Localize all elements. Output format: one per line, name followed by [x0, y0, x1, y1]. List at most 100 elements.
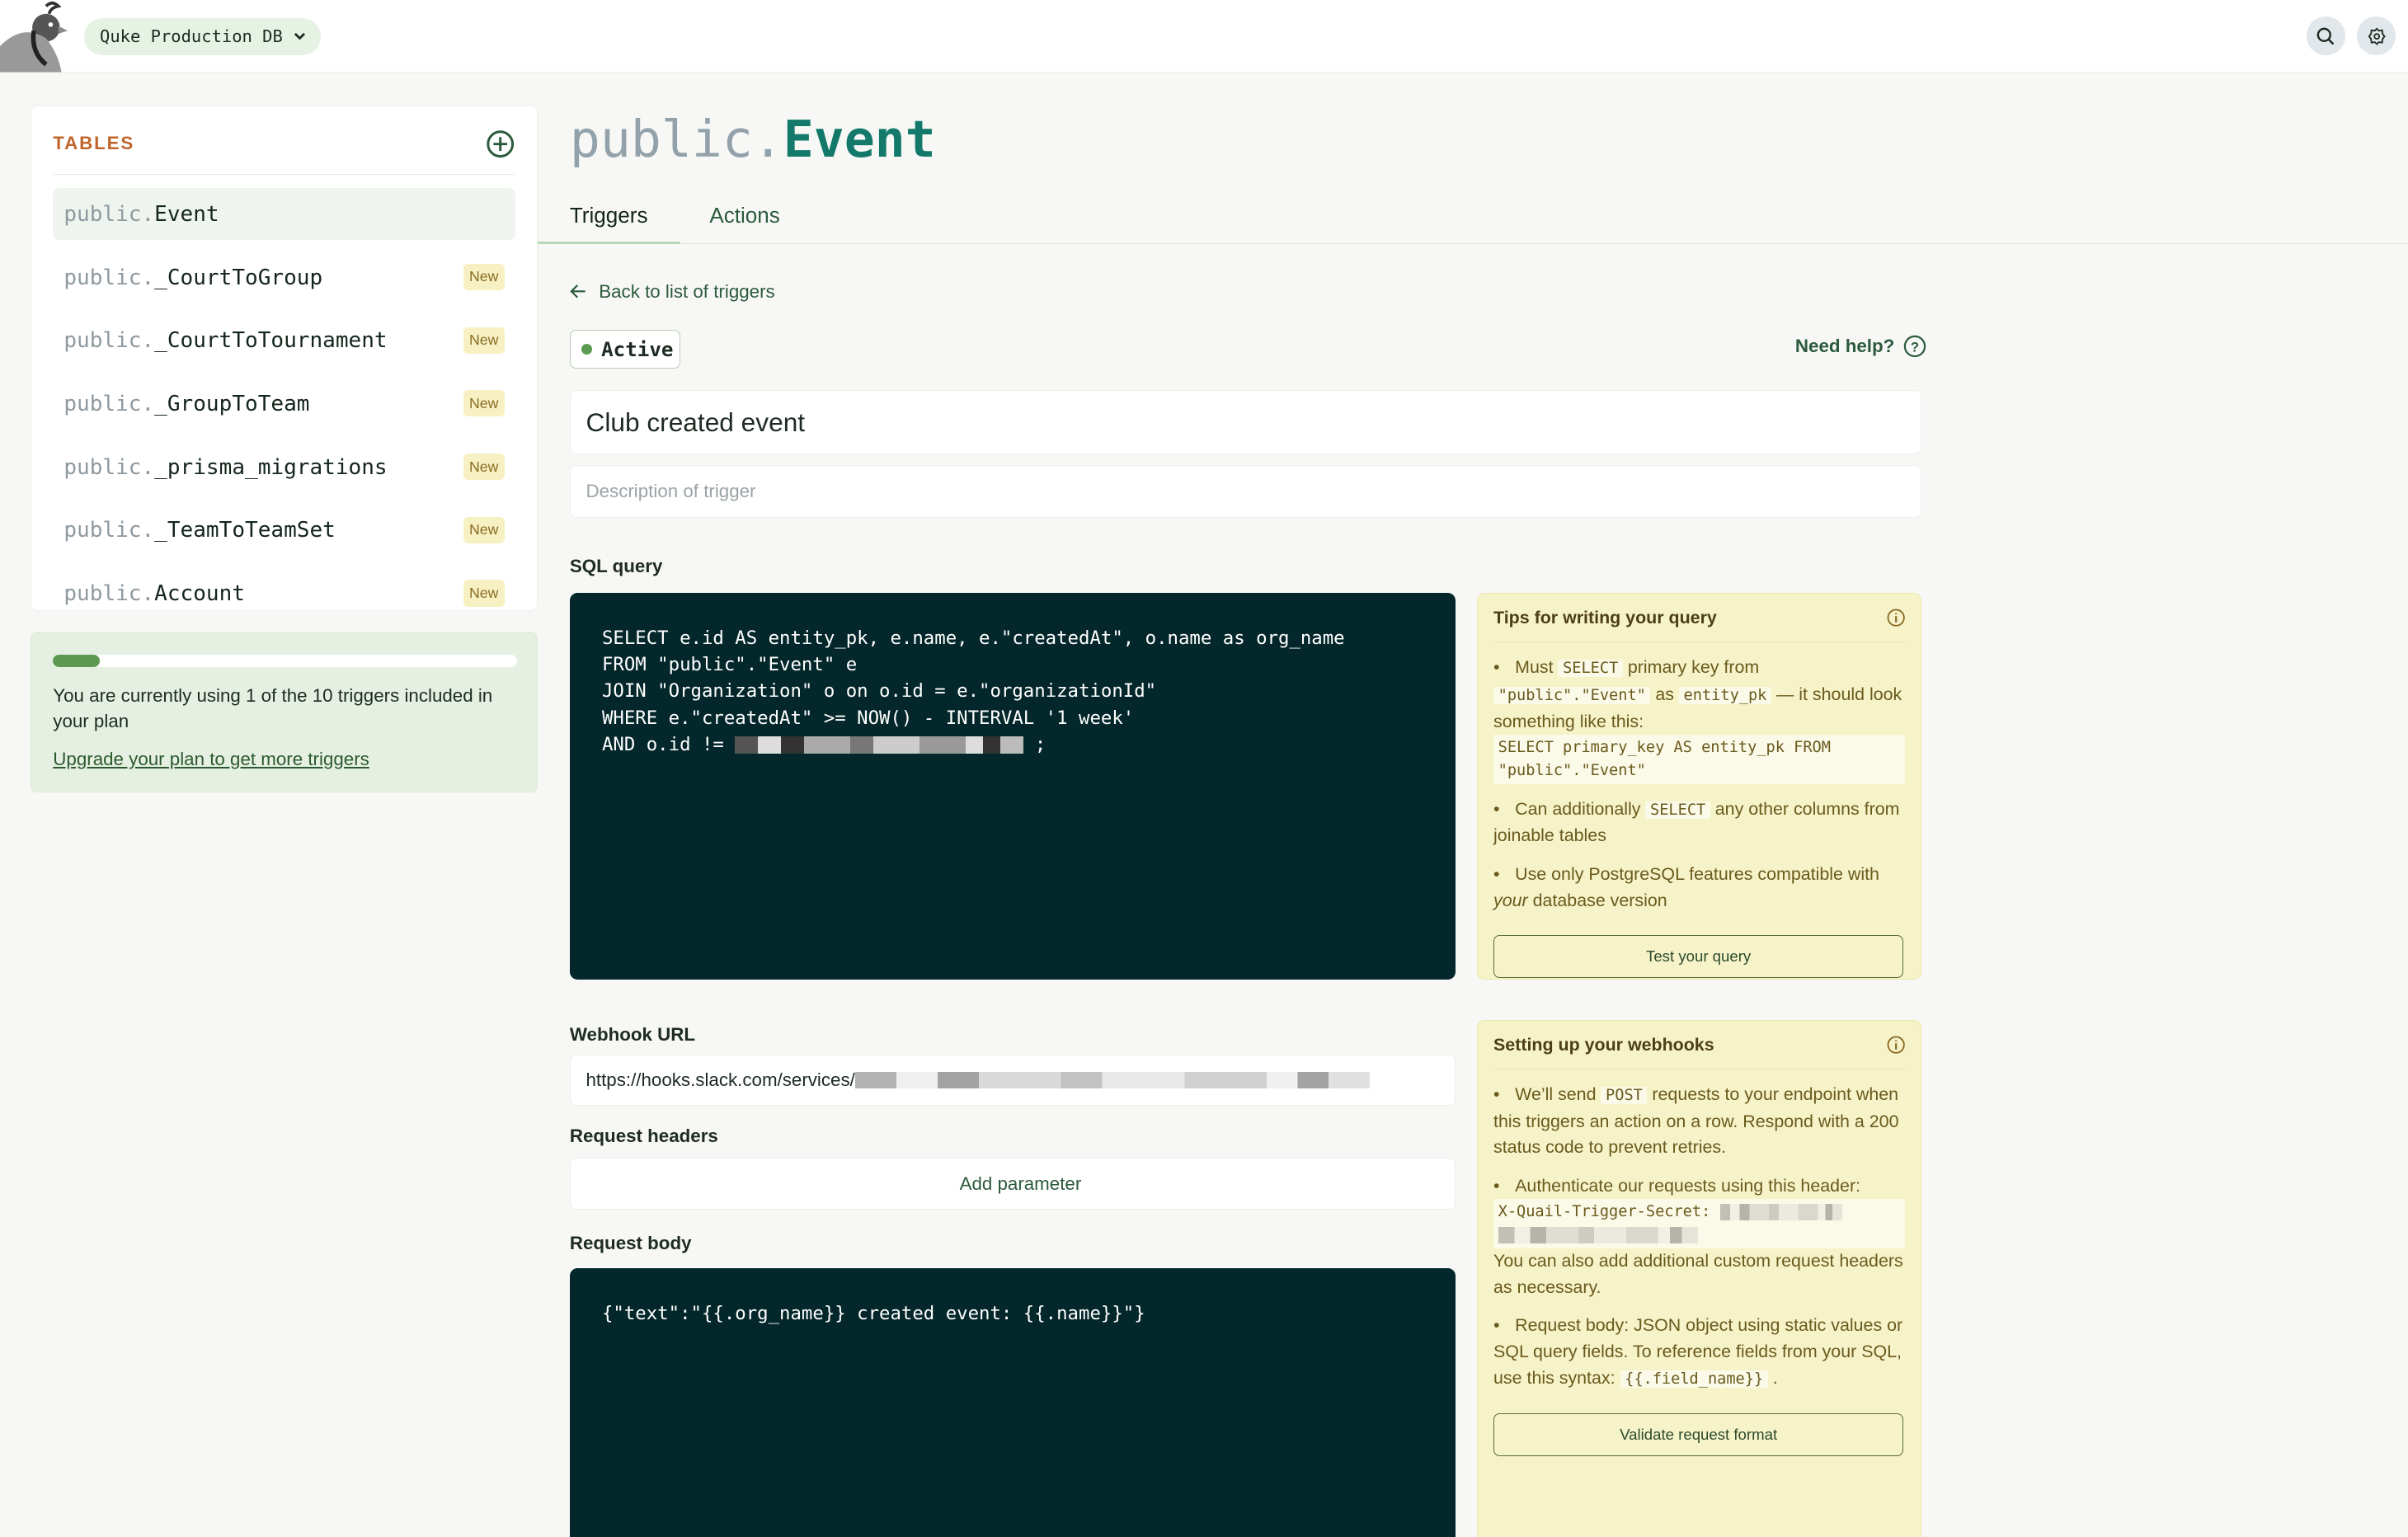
- trigger-name-input[interactable]: Club created event: [569, 389, 1921, 455]
- arrow-left-icon: [570, 284, 586, 299]
- table-item[interactable]: public. Account New: [53, 568, 515, 611]
- query-tips-panel: Tips for writing your query Must SELECT …: [1477, 592, 1921, 980]
- sql-end: ;: [1034, 733, 1046, 755]
- title-table: Event: [783, 110, 936, 170]
- table-item[interactable]: public. _CourtToTournament New: [53, 315, 515, 367]
- tip-item: Must SELECT primary key from "public"."E…: [1493, 655, 1905, 784]
- database-selector[interactable]: Quke Production DB: [84, 18, 322, 56]
- sql-line: SELECT e.id AS entity_pk, e.name, e."cre…: [601, 627, 1345, 649]
- table-schema: public.: [63, 518, 155, 543]
- gear-icon: [2368, 27, 2386, 45]
- title-schema: public.: [569, 110, 783, 170]
- table-item[interactable]: public. _CourtToGroup New: [53, 251, 515, 303]
- table-schema: public.: [63, 581, 155, 607]
- test-query-button[interactable]: Test your query: [1493, 935, 1904, 979]
- new-badge: New: [463, 390, 505, 417]
- table-name: _prisma_migrations: [154, 454, 388, 480]
- usage-progress-bar: [53, 655, 517, 668]
- redacted-value: [735, 736, 1024, 754]
- table-item[interactable]: public. Event: [53, 188, 515, 241]
- chevron-down-icon: [294, 32, 305, 40]
- webhook-url-input[interactable]: https://hooks.slack.com/services/: [569, 1055, 1456, 1106]
- description-input[interactable]: Description of trigger: [569, 465, 1921, 518]
- table-name: _GroupToTeam: [154, 392, 310, 416]
- back-link-label: Back to list of triggers: [599, 280, 775, 302]
- settings-button[interactable]: [2357, 16, 2396, 56]
- database-name: Quke Production DB: [100, 26, 283, 47]
- svg-text:?: ?: [1911, 339, 1919, 355]
- add-parameter-button[interactable]: Add parameter: [569, 1158, 1456, 1210]
- table-name: Event: [154, 201, 219, 227]
- new-badge: New: [463, 453, 505, 481]
- search-button[interactable]: [2307, 16, 2345, 56]
- redacted-value: [854, 1071, 1370, 1089]
- trigger-name-value: Club created event: [586, 407, 806, 437]
- webhook-tips-title: Setting up your webhooks: [1493, 1034, 1714, 1055]
- sql-label: SQL query: [569, 556, 663, 577]
- question-icon: ?: [1904, 335, 1926, 358]
- table-item[interactable]: public. _prisma_migrations New: [53, 441, 515, 493]
- back-link[interactable]: Back to list of triggers: [570, 281, 775, 303]
- request-body-editor[interactable]: {"text":"{{.org_name}} created event: {{…: [569, 1268, 1456, 1537]
- tip-item: We’ll send POST requests to your endpoin…: [1493, 1082, 1905, 1161]
- help-link[interactable]: Need help? ?: [1795, 335, 1926, 358]
- sql-line: WHERE e."createdAt" >= NOW() - INTERVAL …: [601, 707, 1135, 729]
- sql-line-text: AND o.id !=: [601, 733, 736, 755]
- upgrade-link[interactable]: Upgrade your plan to get more triggers: [53, 749, 369, 770]
- tab-actions[interactable]: Actions: [677, 190, 812, 244]
- table-name: _CourtToTournament: [154, 328, 388, 354]
- example-code: SELECT primary_key AS entity_pk FROM "pu…: [1493, 735, 1905, 784]
- usage-card: You are currently using 1 of the 10 trig…: [31, 632, 538, 792]
- sql-editor[interactable]: SELECT e.id AS entity_pk, e.name, e."cre…: [569, 592, 1456, 980]
- tip-item: Request body: JSON object using static v…: [1493, 1313, 1905, 1392]
- new-badge: New: [463, 327, 505, 354]
- description-placeholder: Description of trigger: [586, 480, 756, 501]
- usage-text: You are currently using 1 of the 10 trig…: [53, 684, 493, 732]
- tip-item: Use only PostgreSQL features compatible …: [1493, 862, 1905, 914]
- add-parameter-label: Add parameter: [959, 1173, 1082, 1194]
- validate-request-button[interactable]: Validate request format: [1493, 1413, 1904, 1457]
- tip-item: Can additionally SELECT any other column…: [1493, 797, 1905, 849]
- request-body-value: {"text":"{{.org_name}} created event: {{…: [601, 1303, 1145, 1325]
- table-name: _TeamToTeamSet: [154, 518, 336, 543]
- table-schema: public.: [63, 454, 155, 480]
- page-title: public.Event: [570, 110, 936, 169]
- table-schema: public.: [63, 201, 155, 227]
- webhook-tips-panel: Setting up your webhooks We’ll send POST…: [1477, 1019, 1921, 1537]
- request-body-label: Request body: [569, 1233, 692, 1254]
- divider: [53, 174, 515, 175]
- request-headers-label: Request headers: [569, 1125, 718, 1146]
- top-bar: Quke Production DB: [0, 0, 2408, 73]
- help-label: Need help?: [1794, 335, 1895, 356]
- webhook-label: Webhook URL: [569, 1024, 696, 1046]
- table-name: Account: [154, 581, 246, 607]
- tab-triggers[interactable]: Triggers: [537, 190, 680, 245]
- tab-bar: Triggers Actions: [537, 190, 2408, 245]
- new-badge: New: [463, 263, 505, 290]
- table-schema: public.: [63, 328, 155, 354]
- quail-logo[interactable]: [0, 0, 73, 73]
- sql-line: AND o.id != ;: [602, 731, 1423, 758]
- table-schema: public.: [63, 265, 155, 290]
- status-toggle[interactable]: Active: [569, 330, 680, 369]
- add-table-icon[interactable]: [486, 129, 515, 158]
- new-badge: New: [463, 516, 505, 543]
- table-name: _CourtToGroup: [154, 265, 323, 290]
- status-dot: [581, 344, 592, 355]
- search-icon: [2316, 27, 2335, 45]
- sql-line: JOIN "Organization" o on o.id = e."organ…: [601, 680, 1157, 703]
- table-schema: public.: [63, 392, 155, 416]
- tables-heading: TABLES: [53, 133, 135, 154]
- table-item[interactable]: public. _TeamToTeamSet New: [53, 505, 515, 557]
- webhook-url-value: https://hooks.slack.com/services/: [586, 1069, 855, 1091]
- secret-header-code: X-Quail-Trigger-Secret:: [1493, 1199, 1905, 1249]
- tables-sidebar: TABLES public. Event public. _CourtToGroup N…: [31, 106, 538, 612]
- query-tips-title: Tips for writing your query: [1493, 607, 1717, 627]
- new-badge: New: [463, 580, 505, 607]
- table-item[interactable]: public. _GroupToTeam New: [53, 378, 515, 430]
- tip-item: Authenticate our requests using this hea…: [1493, 1173, 1905, 1301]
- info-icon[interactable]: [1887, 609, 1905, 627]
- status-label: Active: [601, 337, 674, 361]
- info-icon[interactable]: [1887, 1036, 1905, 1054]
- usage-progress-fill: [53, 655, 100, 668]
